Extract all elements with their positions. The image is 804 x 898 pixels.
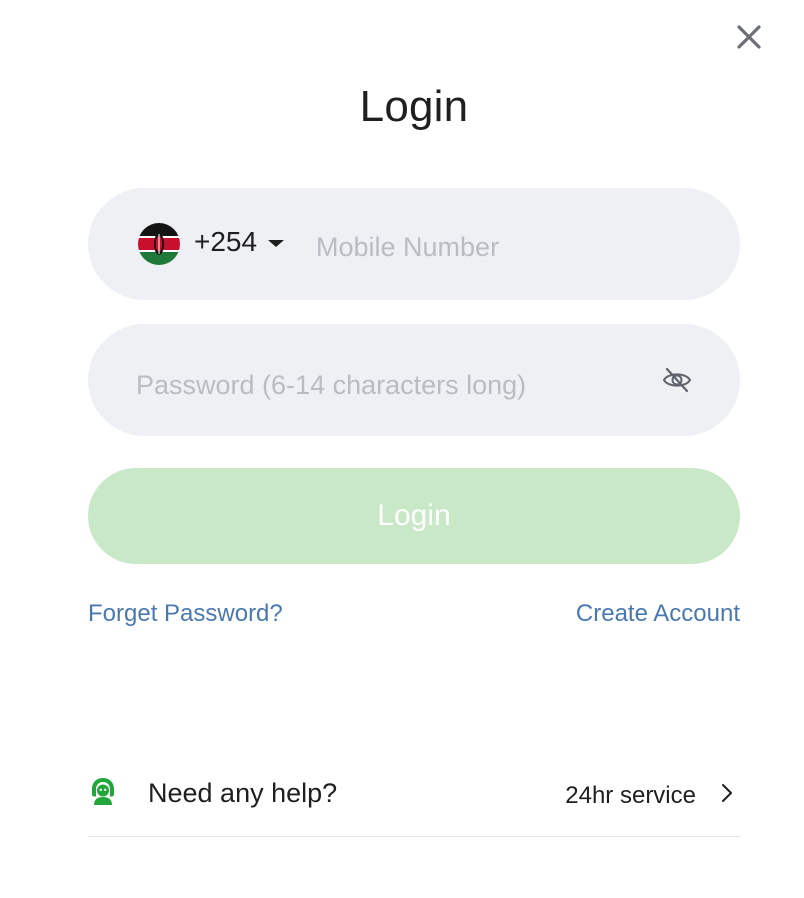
create-account-link[interactable]: Create Account [576,600,740,628]
close-icon[interactable] [734,22,764,52]
login-button[interactable]: Login [88,468,740,564]
help-row[interactable]: Need any help? 24hr service [88,760,740,837]
mobile-number-input[interactable] [316,226,716,268]
help-label: Need any help? [148,778,338,808]
support-agent-icon [88,776,118,806]
password-field [88,324,740,436]
chevron-right-icon [720,782,734,804]
caret-down-icon[interactable] [268,240,284,247]
service-label: 24hr service [565,782,696,809]
forget-password-link[interactable]: Forget Password? [88,600,283,628]
country-code-selector[interactable]: +254 [194,226,257,258]
password-input[interactable] [136,364,550,406]
kenya-flag-icon[interactable] [138,223,180,265]
login-dialog: Login +254 Login [0,0,804,898]
page-title: Login [359,82,469,131]
eye-slash-icon[interactable] [662,366,692,394]
phone-field: +254 [88,188,740,300]
